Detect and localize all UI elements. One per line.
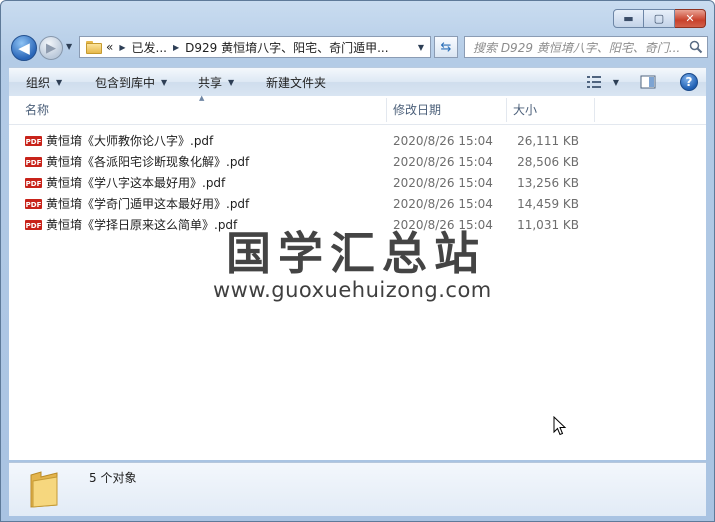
history-dropdown-icon[interactable]: ▼ (66, 42, 72, 51)
file-name: 黄恒堉《各派阳宅诊断现象化解》.pdf (46, 155, 250, 169)
file-name: 黄恒堉《学择日原来这么简单》.pdf (46, 218, 238, 232)
organize-label: 组织 (26, 75, 51, 90)
refresh-button[interactable]: ⇆ (434, 36, 458, 58)
svg-text:PDF: PDF (26, 138, 42, 146)
svg-text:PDF: PDF (26, 159, 42, 167)
navigation-bar: ◀ ▶ ▼ « ▶ 已发... ▶ D929 黄恒堉八字、阳宅、奇门遁甲... … (9, 33, 708, 61)
details-pane: 5 个对象 (9, 462, 706, 516)
include-in-library-label: 包含到库中 (95, 75, 156, 90)
file-size: 11,031 KB (517, 218, 579, 232)
help-button[interactable]: ? (680, 73, 698, 91)
watermark-url: www.guoxuehuizong.com (213, 278, 492, 302)
organize-button[interactable]: 组织 ▼ (26, 68, 62, 96)
file-name: 黄恒堉《学奇门遁甲这本最好用》.pdf (46, 197, 250, 211)
file-date: 2020/8/26 15:04 (393, 155, 493, 169)
column-header-date[interactable]: 修改日期 (385, 96, 505, 124)
file-row[interactable]: PDF 黄恒堉《学奇门遁甲这本最好用》.pdf 2020/8/26 15:04 … (25, 194, 585, 214)
preview-pane-button[interactable] (639, 73, 657, 91)
file-date: 2020/8/26 15:04 (393, 176, 493, 190)
folder-icon (30, 471, 58, 508)
column-header-size[interactable]: 大小 (505, 96, 595, 124)
breadcrumb-overflow[interactable]: « (106, 40, 113, 54)
file-date: 2020/8/26 15:04 (393, 134, 493, 148)
sort-ascending-icon: ▲ (199, 94, 205, 102)
chevron-down-icon[interactable]: ▼ (414, 39, 428, 55)
search-icon[interactable] (689, 40, 703, 54)
file-date: 2020/8/26 15:04 (393, 197, 493, 211)
preview-pane-icon (640, 75, 656, 89)
file-size: 14,459 KB (517, 197, 579, 211)
explorer-window: ▬ ▢ ✕ ◀ ▶ ▼ « ▶ 已发... ▶ D929 黄恒堉八字、阳宅、奇门… (0, 0, 715, 522)
file-size: 28,506 KB (517, 155, 579, 169)
refresh-icon: ⇆ (440, 39, 452, 55)
watermark-title: 国学汇总站 (226, 227, 487, 280)
svg-text:PDF: PDF (26, 222, 42, 230)
share-button[interactable]: 共享 ▼ (198, 68, 234, 96)
svg-text:PDF: PDF (26, 201, 42, 209)
chevron-right-icon[interactable]: ▶ (173, 43, 179, 52)
column-divider[interactable] (594, 98, 595, 122)
svg-text:PDF: PDF (26, 180, 42, 188)
view-dropdown-icon[interactable]: ▼ (607, 73, 625, 91)
file-row[interactable]: PDF 黄恒堉《各派阳宅诊断现象化解》.pdf 2020/8/26 15:04 … (25, 152, 585, 172)
mouse-cursor-icon (553, 416, 567, 436)
details-view-icon (587, 76, 601, 88)
file-row[interactable]: PDF 黄恒堉《学八字这本最好用》.pdf 2020/8/26 15:04 13… (25, 173, 585, 193)
item-count: 5 个对象 (89, 471, 137, 485)
include-in-library-button[interactable]: 包含到库中 ▼ (95, 68, 167, 96)
share-label: 共享 (198, 75, 223, 90)
address-bar[interactable]: « ▶ 已发... ▶ D929 黄恒堉八字、阳宅、奇门遁甲... ▼ (79, 36, 431, 58)
pdf-file-icon: PDF (25, 157, 42, 167)
breadcrumb-item-parent[interactable]: 已发... (132, 39, 167, 56)
folder-icon (86, 40, 102, 54)
search-input[interactable] (471, 38, 685, 58)
window-controls: ▬ ▢ ✕ (613, 9, 706, 28)
pdf-file-icon: PDF (25, 199, 42, 209)
column-headers: 名称 ▲ 修改日期 大小 (9, 94, 706, 125)
file-size: 13,256 KB (517, 176, 579, 190)
view-options-button[interactable] (585, 73, 603, 91)
new-folder-label: 新建文件夹 (266, 75, 327, 90)
file-name: 黄恒堉《学八字这本最好用》.pdf (46, 176, 226, 190)
file-name: 黄恒堉《大师教你论八字》.pdf (46, 134, 214, 148)
chevron-right-icon: ▶ (119, 42, 126, 52)
chevron-down-icon: ▼ (56, 77, 63, 87)
search-box[interactable] (464, 36, 708, 58)
command-bar: 组织 ▼ 包含到库中 ▼ 共享 ▼ 新建文件夹 ▼ ? (9, 67, 706, 97)
file-row[interactable]: PDF 黄恒堉《大师教你论八字》.pdf 2020/8/26 15:04 26,… (25, 131, 585, 151)
pdf-file-icon: PDF (25, 220, 42, 230)
file-size: 26,111 KB (517, 134, 579, 148)
pdf-file-icon: PDF (25, 136, 42, 146)
close-button[interactable]: ✕ (675, 9, 706, 28)
breadcrumb-item-current[interactable]: D929 黄恒堉八字、阳宅、奇门遁甲... (185, 39, 388, 56)
chevron-down-icon: ▼ (161, 77, 168, 87)
back-button[interactable]: ◀ (11, 35, 37, 61)
pdf-file-icon: PDF (25, 178, 42, 188)
forward-button[interactable]: ▶ (39, 36, 63, 60)
minimize-button[interactable]: ▬ (613, 9, 644, 28)
new-folder-button[interactable]: 新建文件夹 (266, 68, 326, 96)
maximize-button[interactable]: ▢ (644, 9, 675, 28)
chevron-down-icon: ▼ (228, 77, 235, 87)
